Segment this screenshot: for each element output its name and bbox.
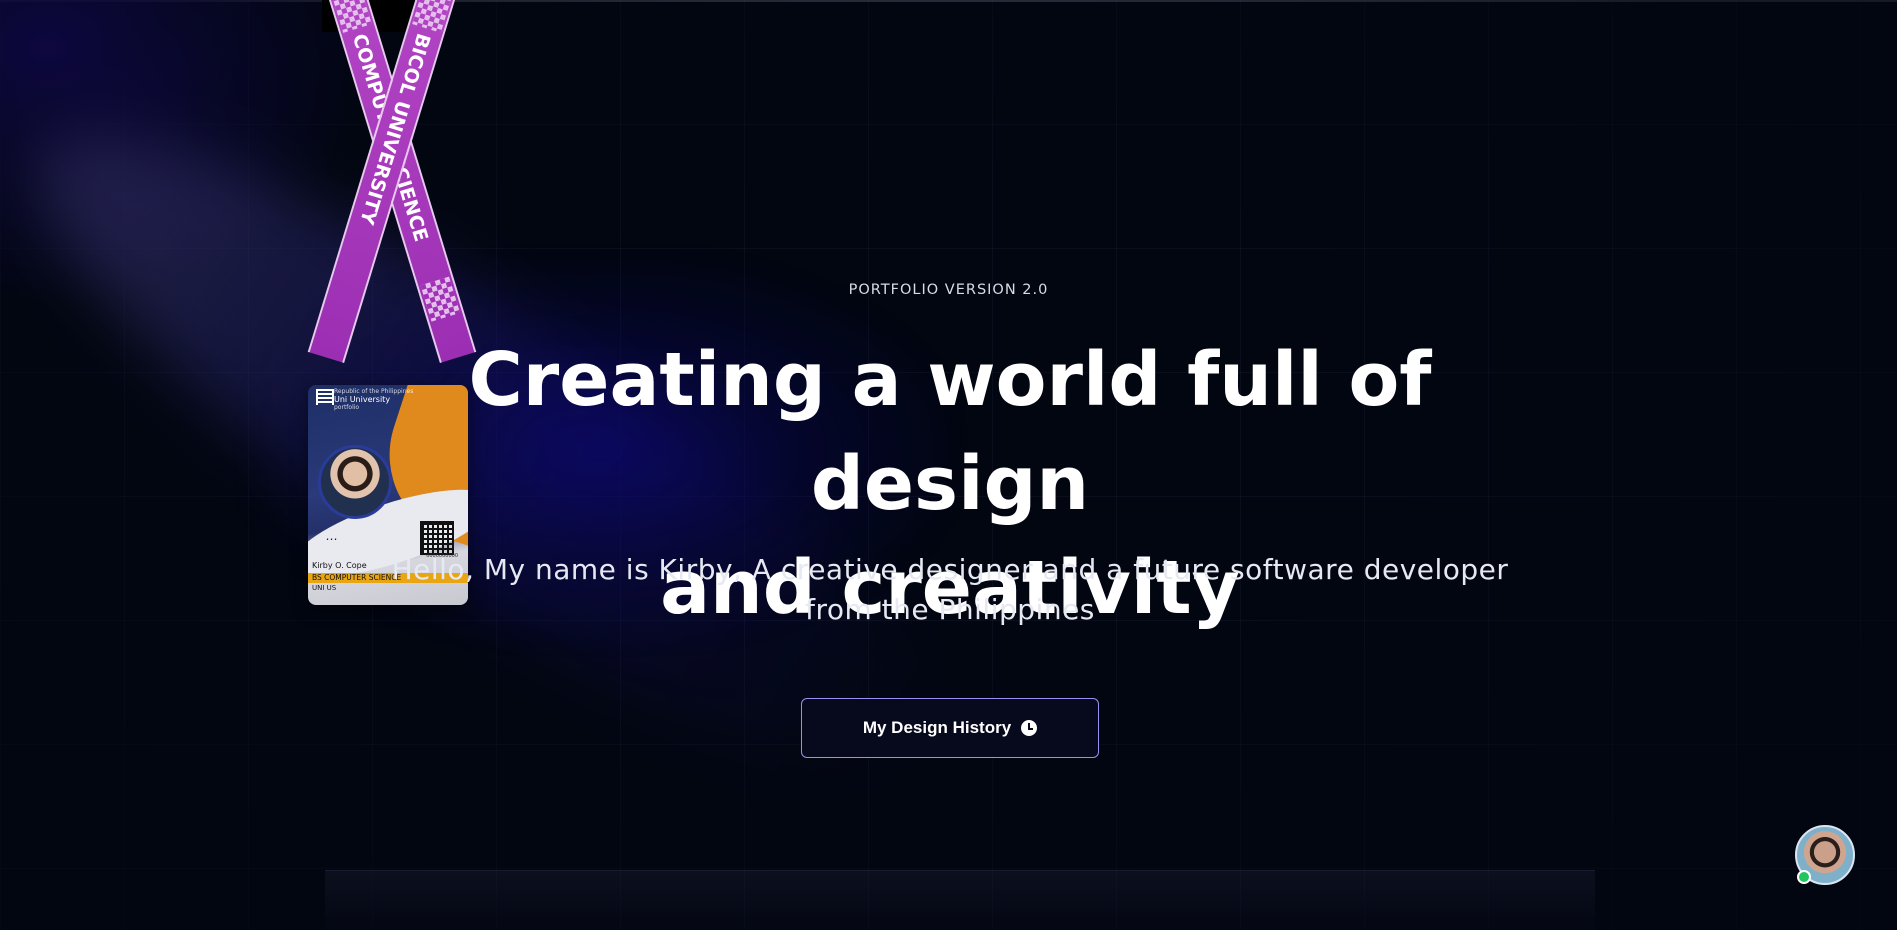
design-history-label: My Design History <box>862 718 1012 737</box>
hero-title-line1: Creating a world full of design <box>468 337 1432 527</box>
hero-subtitle: Hello, My name is Kirby, A creative desi… <box>360 550 1540 630</box>
card-signature: … <box>326 529 338 543</box>
university-logo-icon <box>316 389 334 405</box>
bottom-panel <box>325 870 1595 930</box>
hero-subtitle-line1: Hello, My name is Kirby, A creative desi… <box>391 553 1509 586</box>
hero-eyebrow: PORTFOLIO VERSION 2.0 <box>848 282 1049 298</box>
card-university: UNI US <box>312 584 337 592</box>
hero-subtitle-line2: from the Philippines <box>805 593 1095 626</box>
online-status-dot <box>1797 870 1811 884</box>
clock-icon <box>1021 720 1038 736</box>
design-history-button[interactable]: My Design History <box>801 698 1099 758</box>
page: COMPUTER SCIENCE BICOL UNIVERSITY Republ… <box>0 0 1897 930</box>
